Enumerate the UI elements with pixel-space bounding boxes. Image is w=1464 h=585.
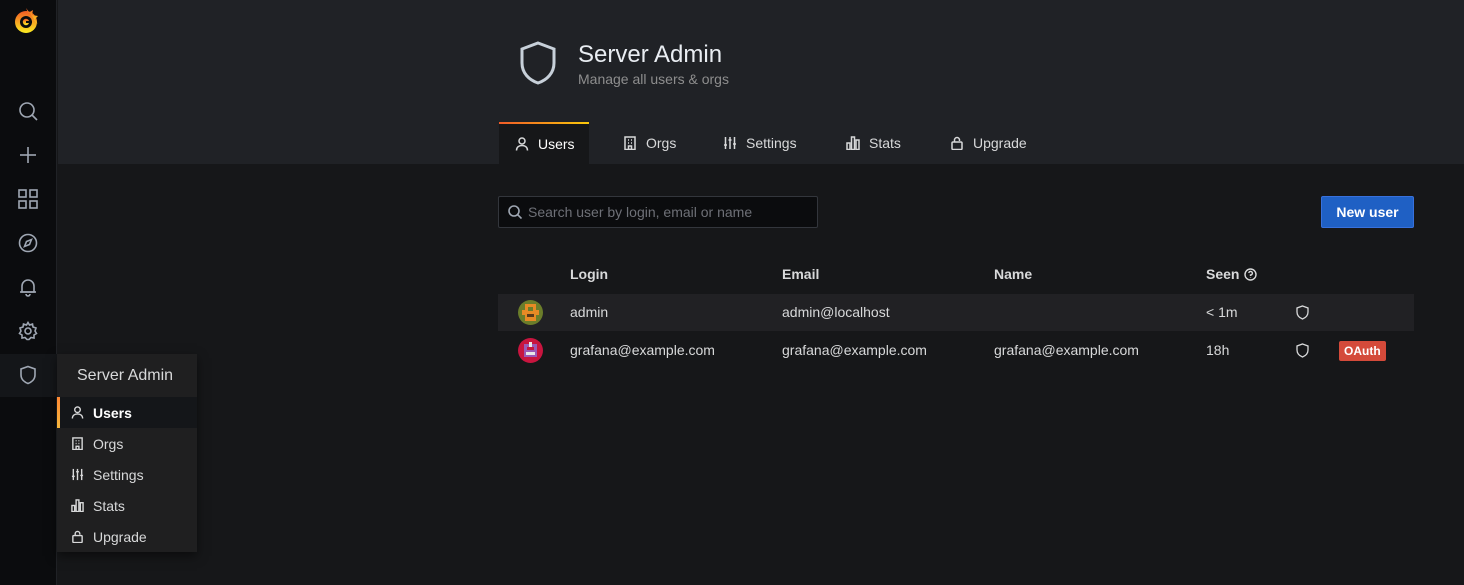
side-menu [0,0,57,585]
dropdown-item-orgs[interactable]: Orgs [57,428,197,459]
dropdown-item-users[interactable]: Users [57,397,197,428]
cell-login[interactable]: grafana@example.com [570,342,715,358]
question-circle-icon[interactable] [1244,267,1258,281]
bar-chart-icon [71,499,84,512]
plus-icon[interactable] [14,141,42,169]
building-icon [72,437,83,450]
dropdown-item-stats[interactable]: Stats [57,490,197,521]
cell-seen[interactable]: < 1m [1206,304,1238,320]
shield-icon [1296,305,1309,320]
table-row[interactable]: grafana@example.com grafana@example.com … [498,332,1414,369]
tab-label: Orgs [646,135,677,151]
tab-label: Settings [746,135,797,151]
user-icon [71,406,84,419]
cell-email[interactable]: admin@localhost [782,304,890,320]
page-title: Server Admin [578,41,723,68]
dropdown-item-label: Upgrade [93,528,147,545]
table-row[interactable]: admin admin@localhost < 1m [498,294,1414,331]
column-header-seen-label: Seen [1206,266,1240,282]
tab-label: Stats [869,135,901,151]
config-icon[interactable] [14,317,42,345]
lock-icon [951,136,963,150]
lock-icon [72,530,83,543]
column-header-login: Login [570,266,609,282]
dropdown-item-label: Stats [93,497,125,514]
explore-icon[interactable] [14,229,42,257]
oauth-badge: OAuth [1339,341,1386,361]
dropdown-item-label: Users [93,404,132,421]
search-input[interactable] [528,204,808,220]
bar-chart-icon [846,136,860,150]
dropdown-item-upgrade[interactable]: Upgrade [57,521,197,552]
column-header-seen: Seen [1206,266,1258,282]
user-search [498,196,818,228]
tab-orgs[interactable]: Orgs [623,122,676,164]
dropdown-item-label: Settings [93,466,144,483]
user-icon [515,137,529,151]
tab-stats[interactable]: Stats [846,122,901,164]
avatar[interactable] [518,300,543,325]
new-user-button[interactable]: New user [1321,196,1414,228]
tab-settings[interactable]: Settings [723,122,797,164]
cell-name[interactable]: grafana@example.com [994,342,1139,358]
dropdown-item-label: Orgs [93,435,124,452]
page-subtitle: Manage all users & orgs [578,71,729,87]
shield-icon [1296,343,1309,358]
server-admin-dropdown: Server Admin Users Orgs Settings Stats U… [57,354,197,552]
dropdown-title[interactable]: Server Admin [57,354,197,397]
alerting-icon[interactable] [14,273,42,301]
tab-label: Users [538,136,575,152]
grafana-logo-icon[interactable] [10,5,42,37]
tab-users[interactable]: Users [499,122,589,164]
cell-seen[interactable]: 18h [1206,342,1229,358]
avatar[interactable] [518,338,543,363]
tab-label: Upgrade [973,135,1027,151]
column-header-name: Name [994,266,1033,282]
search-icon[interactable] [14,97,42,125]
tab-upgrade[interactable]: Upgrade [950,122,1027,164]
shield-icon[interactable] [14,361,42,389]
search-icon [508,205,522,219]
dropdown-item-settings[interactable]: Settings [57,459,197,490]
column-header-email: Email [782,266,820,282]
cell-login[interactable]: admin [570,304,608,320]
dashboards-icon[interactable] [14,185,42,213]
building-icon [624,136,636,150]
cell-email[interactable]: grafana@example.com [782,342,927,358]
sliders-icon [724,137,736,149]
shield-icon [520,41,556,85]
sliders-icon [71,468,84,481]
